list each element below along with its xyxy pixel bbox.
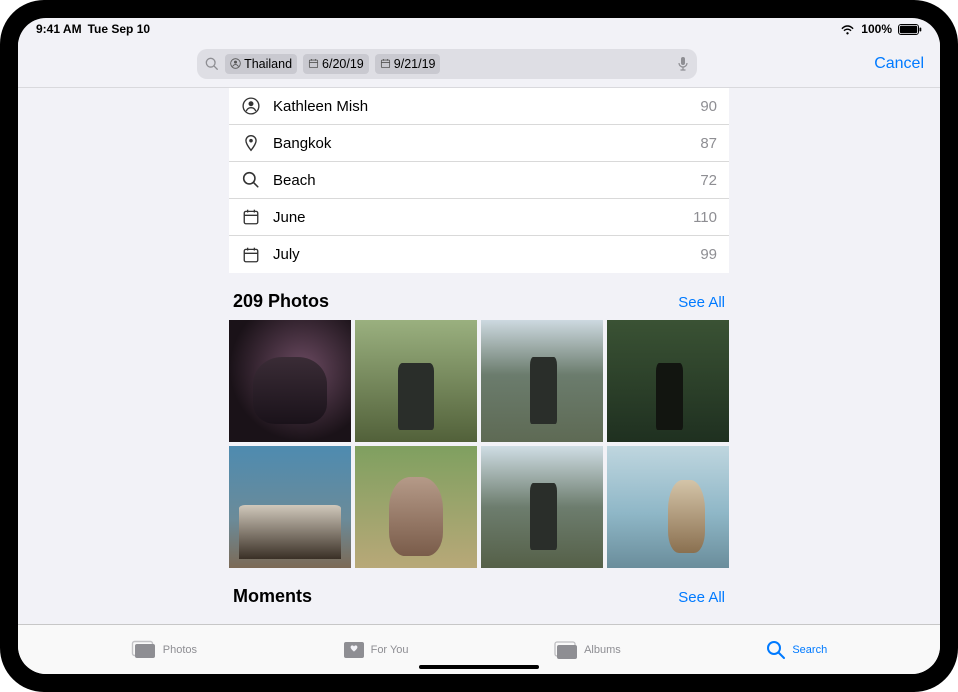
status-left: 9:41 AM Tue Sep 10 xyxy=(36,22,150,36)
photo-thumb[interactable] xyxy=(481,320,603,442)
tab-photos[interactable]: Photos xyxy=(131,640,197,660)
calendar-icon xyxy=(241,207,261,227)
section-title: Moments xyxy=(233,586,312,607)
status-date: Tue Sep 10 xyxy=(88,22,150,36)
status-time: 9:41 AM xyxy=(36,22,82,36)
tab-search[interactable]: Search xyxy=(766,640,827,660)
suggestion-item-month[interactable]: June 110 xyxy=(229,199,729,236)
dictation-icon[interactable] xyxy=(677,56,689,72)
person-icon xyxy=(241,96,261,116)
section-header: 209 Photos See All xyxy=(229,291,729,312)
photo-thumb[interactable] xyxy=(355,446,477,568)
albums-icon xyxy=(554,640,578,660)
photo-thumb[interactable] xyxy=(607,446,729,568)
suggestion-label: June xyxy=(273,209,306,226)
tab-label: Search xyxy=(792,644,827,656)
photo-thumb[interactable] xyxy=(607,320,729,442)
calendar-icon xyxy=(308,58,319,69)
battery-percent: 100% xyxy=(861,22,892,36)
screen: 9:41 AM Tue Sep 10 100% xyxy=(18,18,940,674)
suggestion-label: Beach xyxy=(273,172,316,189)
token-label: 9/21/19 xyxy=(394,57,436,71)
photo-thumb[interactable] xyxy=(229,320,351,442)
suggestion-count: 87 xyxy=(700,135,717,152)
cancel-button[interactable]: Cancel xyxy=(860,55,924,73)
suggestion-item-person[interactable]: Kathleen Mish 90 xyxy=(229,88,729,125)
content-scroll[interactable]: Kathleen Mish 90 Bangkok 87 xyxy=(18,88,940,624)
photo-grid xyxy=(229,320,729,568)
suggestion-count: 99 xyxy=(700,246,717,263)
for-you-icon xyxy=(343,640,365,660)
suggestion-label: Bangkok xyxy=(273,135,331,152)
suggestion-label: Kathleen Mish xyxy=(273,98,368,115)
ipad-device: 9:41 AM Tue Sep 10 100% xyxy=(0,0,958,692)
token-label: 6/20/19 xyxy=(322,57,364,71)
section-header: Moments See All xyxy=(229,586,729,607)
calendar-icon xyxy=(380,58,391,69)
suggestion-count: 110 xyxy=(693,209,717,226)
search-input[interactable]: Thailand 6/20/19 9/21/19 xyxy=(197,49,697,79)
section-title: 209 Photos xyxy=(233,291,329,312)
search-token-thailand[interactable]: Thailand xyxy=(225,54,297,74)
search-wrap: Thailand 6/20/19 9/21/19 xyxy=(34,49,860,79)
search-icon xyxy=(241,170,261,190)
photos-section: 209 Photos See All xyxy=(229,291,729,568)
search-token-date-1[interactable]: 6/20/19 xyxy=(303,54,369,74)
token-label: Thailand xyxy=(244,57,292,71)
see-all-button[interactable]: See All xyxy=(678,589,725,606)
photo-thumb[interactable] xyxy=(481,446,603,568)
photo-thumb[interactable] xyxy=(355,320,477,442)
tab-label: Photos xyxy=(163,644,197,656)
search-token-date-2[interactable]: 9/21/19 xyxy=(375,54,441,74)
status-bar: 9:41 AM Tue Sep 10 100% xyxy=(18,18,940,40)
suggestion-item-location[interactable]: Bangkok 87 xyxy=(229,125,729,162)
suggestion-label: July xyxy=(273,246,300,263)
moments-section: Moments See All xyxy=(229,586,729,607)
top-bar: Thailand 6/20/19 9/21/19 Ca xyxy=(18,40,940,88)
search-icon xyxy=(766,640,786,660)
photos-icon xyxy=(131,640,157,660)
suggestion-item-category[interactable]: Beach 72 xyxy=(229,162,729,199)
photo-thumb[interactable] xyxy=(229,446,351,568)
battery-icon xyxy=(898,24,922,35)
suggestion-count: 90 xyxy=(700,98,717,115)
pin-icon xyxy=(241,133,261,153)
tab-for-you[interactable]: For You xyxy=(343,640,409,660)
person-icon xyxy=(230,58,241,69)
see-all-button[interactable]: See All xyxy=(678,294,725,311)
search-icon xyxy=(205,57,219,71)
tab-label: Albums xyxy=(584,644,621,656)
search-suggestions-list: Kathleen Mish 90 Bangkok 87 xyxy=(229,88,729,273)
tab-label: For You xyxy=(371,644,409,656)
home-indicator[interactable] xyxy=(419,665,539,669)
tab-albums[interactable]: Albums xyxy=(554,640,621,660)
suggestion-count: 72 xyxy=(700,172,717,189)
suggestion-item-month[interactable]: July 99 xyxy=(229,236,729,273)
status-right: 100% xyxy=(840,22,922,36)
wifi-icon xyxy=(840,24,855,35)
calendar-icon xyxy=(241,245,261,265)
